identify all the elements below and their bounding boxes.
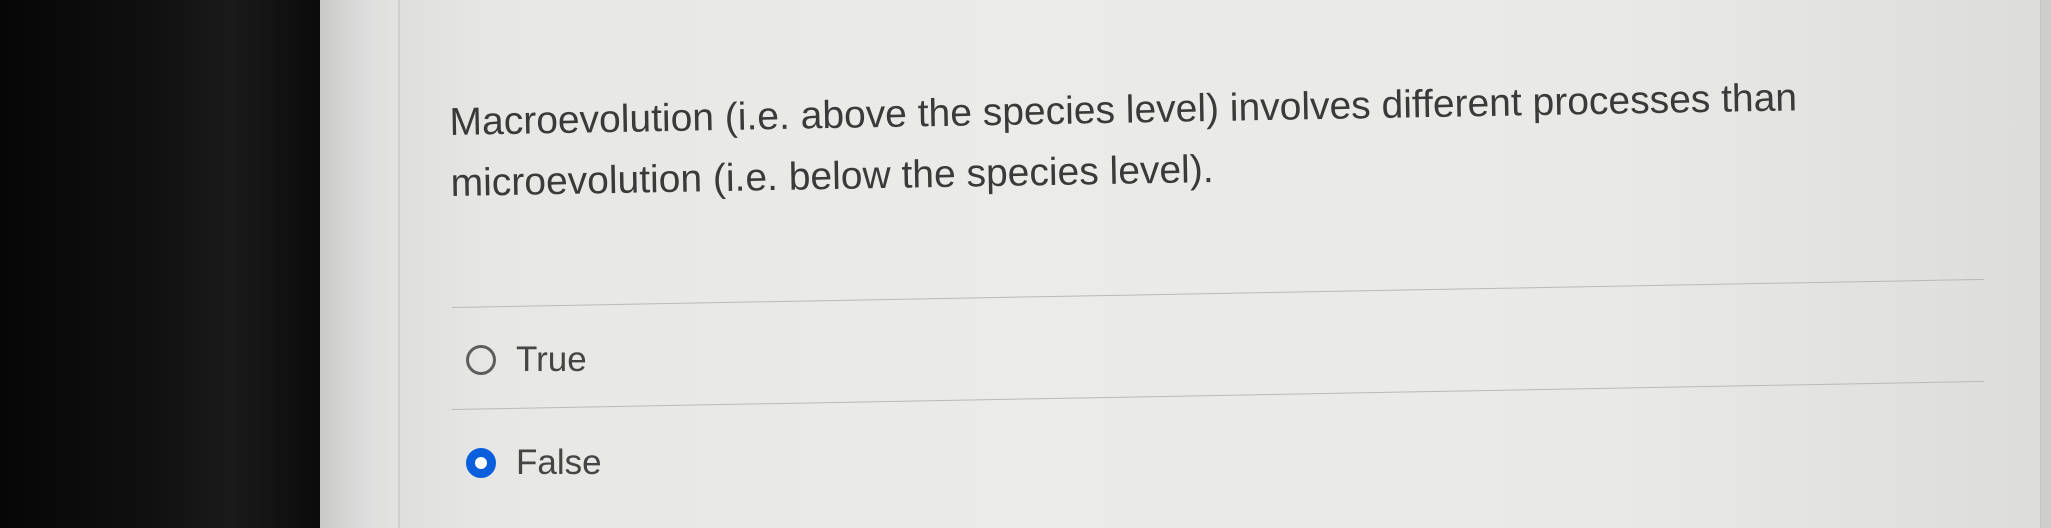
answer-option-true[interactable]: True (466, 340, 587, 380)
radio-checked-icon[interactable] (466, 448, 496, 478)
radio-unchecked-icon[interactable] (466, 345, 496, 375)
left-panel-edge (320, 0, 400, 528)
answer-option-label: False (516, 443, 602, 482)
answer-option-false[interactable]: False (466, 443, 602, 483)
answer-option-label: True (516, 340, 587, 379)
monitor-bezel (0, 0, 330, 528)
right-panel-edge (2040, 0, 2051, 528)
